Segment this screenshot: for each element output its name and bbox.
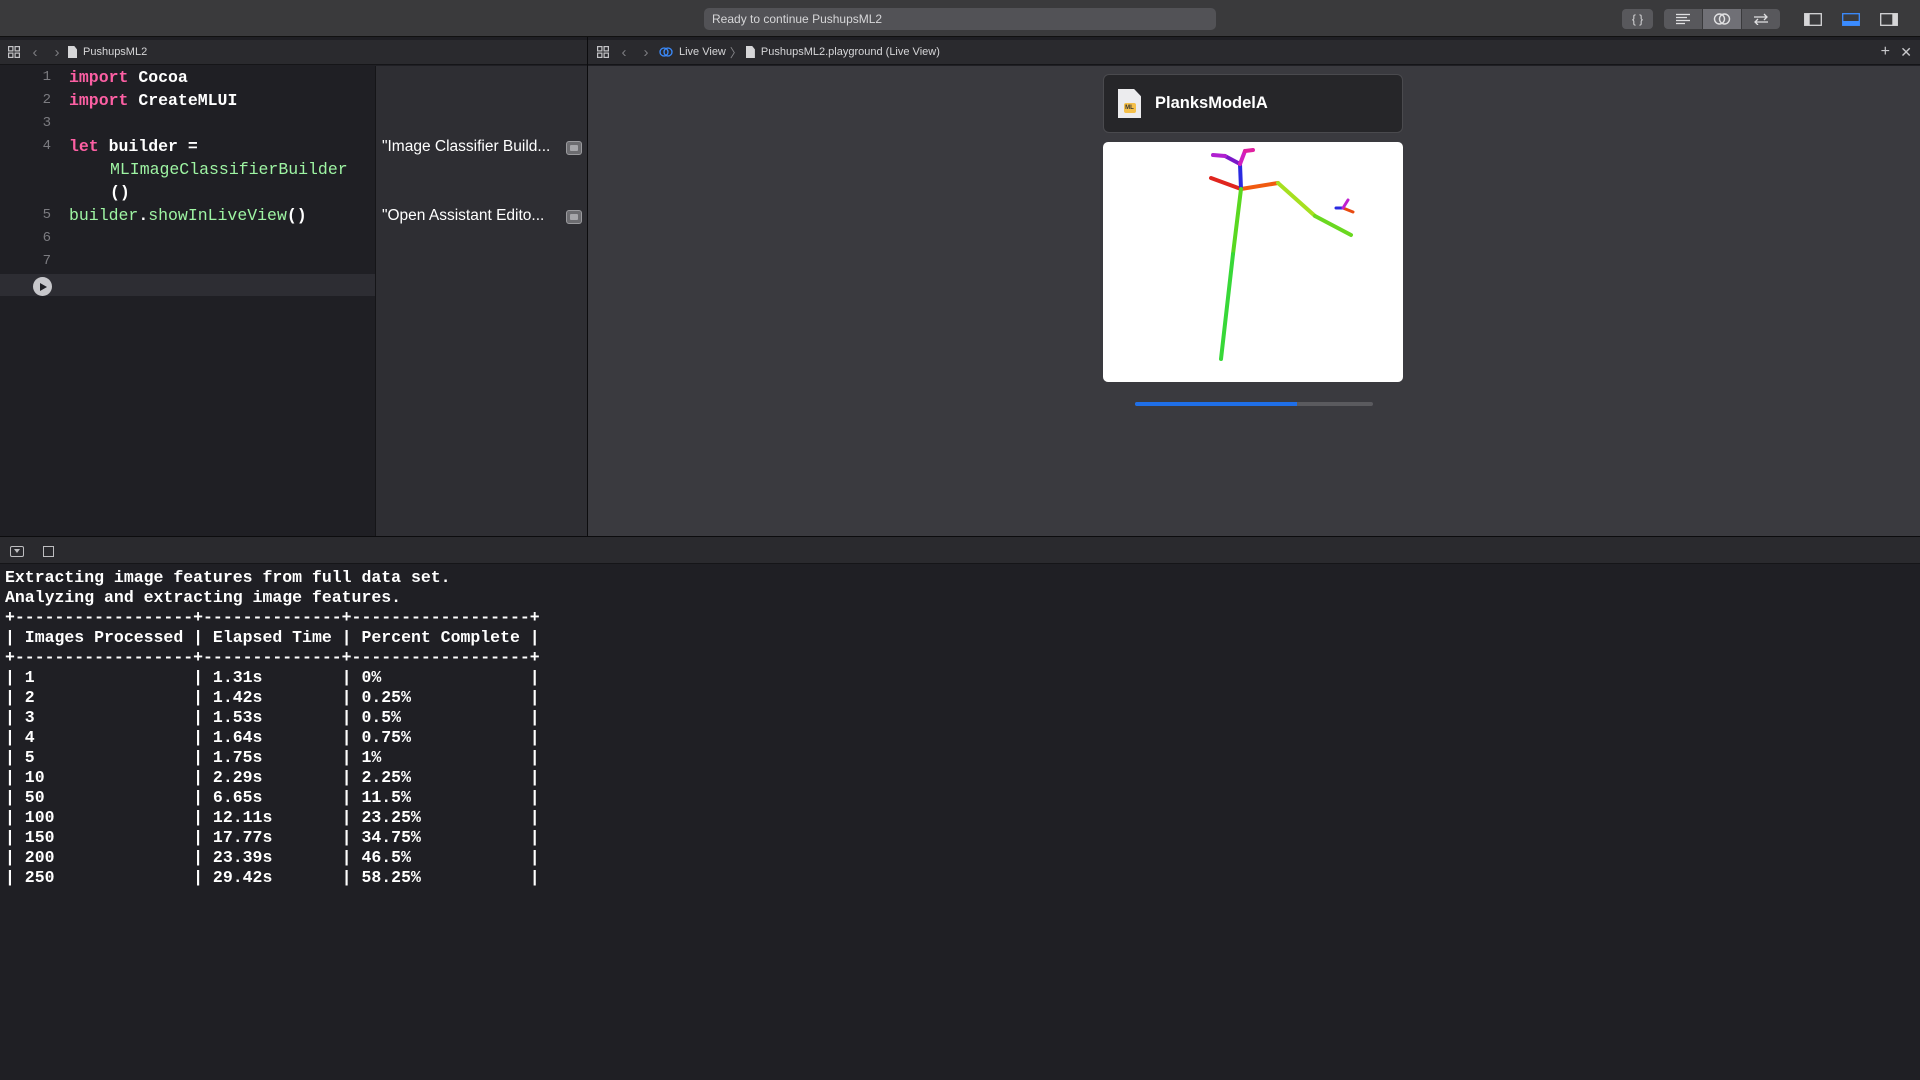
breadcrumb-file[interactable]: PushupsML2 (83, 46, 147, 58)
console-line: | 100 | 12.11s | 23.25% | (5, 808, 540, 827)
code-line: import CreateMLUI (69, 91, 238, 110)
debug-area-toggle[interactable] (1832, 9, 1870, 29)
line-number: 6 (42, 230, 51, 246)
console-line: | 10 | 2.29s | 2.25% | (5, 768, 540, 787)
editor-mode-group (1664, 9, 1780, 29)
training-progress-bar (1135, 402, 1373, 406)
breadcrumb-live-view[interactable]: Live View (679, 46, 726, 58)
forward-button[interactable]: › (635, 42, 657, 62)
console-line: | 3 | 1.53s | 0.5% | (5, 708, 540, 727)
related-items-button[interactable] (593, 42, 613, 62)
left-panel-icon (1804, 12, 1822, 26)
training-progress-fill (1135, 402, 1297, 406)
quick-look-button[interactable] (566, 210, 582, 224)
run-button[interactable] (33, 277, 52, 296)
console-output[interactable]: Extracting image features from full data… (0, 564, 1920, 1080)
source-editor[interactable]: 1 2 3 4 5 6 7 import Cocoa import Create… (0, 66, 375, 536)
navigator-toggle[interactable] (1794, 9, 1832, 29)
model-card: ML PlanksModelA (1103, 74, 1403, 133)
library-group: { } (1622, 9, 1653, 29)
panel-toggle-group (1794, 9, 1908, 29)
hide-debug-area-button[interactable] (10, 546, 24, 557)
braces-icon: { } (1631, 12, 1644, 26)
line-number: 7 (42, 253, 51, 269)
playground-file-icon (745, 46, 755, 58)
quick-look-button[interactable] (566, 141, 582, 155)
forward-button[interactable]: › (46, 42, 68, 62)
related-items-button[interactable] (4, 42, 24, 62)
console-line: | Images Processed | Elapsed Time | Perc… (5, 628, 540, 647)
line-number: 4 (42, 138, 51, 154)
code-line: import Cocoa (69, 68, 188, 87)
add-editor-icon[interactable]: + (1881, 43, 1890, 61)
debug-bar (0, 536, 1920, 564)
console-line: +------------------+--------------+-----… (5, 608, 540, 627)
activity-status: Ready to continue PushupsML2 (704, 8, 1216, 30)
console-line: | 250 | 29.42s | 58.25% | (5, 868, 540, 887)
back-button[interactable]: ‹ (613, 42, 635, 62)
breadcrumb-separator: 〉 (729, 45, 742, 60)
version-editor-button[interactable] (1742, 9, 1780, 29)
result-item: "Open Assistant Edito... (382, 207, 545, 224)
grid-icon (597, 46, 609, 58)
current-line-highlight (0, 274, 375, 296)
back-button[interactable]: ‹ (24, 42, 46, 62)
console-line: | 2 | 1.42s | 0.25% | (5, 688, 540, 707)
live-view-icon (659, 46, 673, 58)
console-line: | 150 | 17.77s | 34.75% | (5, 828, 540, 847)
library-button[interactable]: { } (1622, 9, 1653, 29)
assistant-jumpbar: ‹ › Live View 〉 PushupsML2.playground (L… (588, 40, 1920, 65)
venn-icon (1713, 13, 1731, 25)
console-line: | 50 | 6.65s | 11.5% | (5, 788, 540, 807)
code-line: builder.showInLiveView() (69, 206, 307, 225)
model-name: PlanksModelA (1155, 94, 1268, 112)
console-line: | 1 | 1.31s | 0% | (5, 668, 540, 687)
line-number: 2 (42, 92, 51, 108)
console-line: +------------------+--------------+-----… (5, 648, 540, 667)
console-line: Analyzing and extracting image features. (5, 588, 402, 607)
mlmodel-file-icon: ML (1118, 89, 1141, 118)
code-line: () (110, 183, 130, 202)
console-line: | 4 | 1.64s | 0.75% | (5, 728, 540, 747)
editor-jumpbar: ‹ › PushupsML2 (0, 40, 587, 65)
console-line: Extracting image features from full data… (5, 568, 451, 587)
right-panel-icon (1880, 12, 1898, 26)
live-view: ML PlanksModelA (588, 66, 1920, 536)
line-number: 1 (42, 69, 51, 85)
results-sidebar: "Image Classifier Build... "Open Assista… (375, 66, 587, 536)
result-item: "Image Classifier Build... (382, 138, 551, 155)
bottom-panel-icon (1842, 12, 1860, 26)
grid-icon (8, 46, 20, 58)
close-editor-icon[interactable]: ✕ (1900, 44, 1912, 61)
training-preview-image (1103, 142, 1403, 382)
pose-skeleton-image (1209, 148, 1355, 361)
line-number: 3 (42, 115, 51, 131)
assistant-editor-button[interactable] (1703, 9, 1741, 29)
playground-file-icon (68, 46, 77, 58)
line-number: 5 (42, 207, 51, 223)
breadcrumb-live-view-file[interactable]: PushupsML2.playground (Live View) (761, 46, 940, 58)
stop-icon[interactable] (43, 546, 54, 557)
arrows-icon (1754, 13, 1768, 25)
code-line: MLImageClassifierBuilder (110, 160, 348, 179)
lines-icon (1676, 13, 1690, 25)
code-line: let builder = (69, 137, 198, 156)
play-icon (40, 282, 47, 291)
toolbar: Ready to continue PushupsML2 { } (0, 0, 1920, 37)
console-line: | 5 | 1.75s | 1% | (5, 748, 540, 767)
console-line: | 200 | 23.39s | 46.5% | (5, 848, 540, 867)
standard-editor-button[interactable] (1664, 9, 1702, 29)
inspector-toggle[interactable] (1870, 9, 1908, 29)
